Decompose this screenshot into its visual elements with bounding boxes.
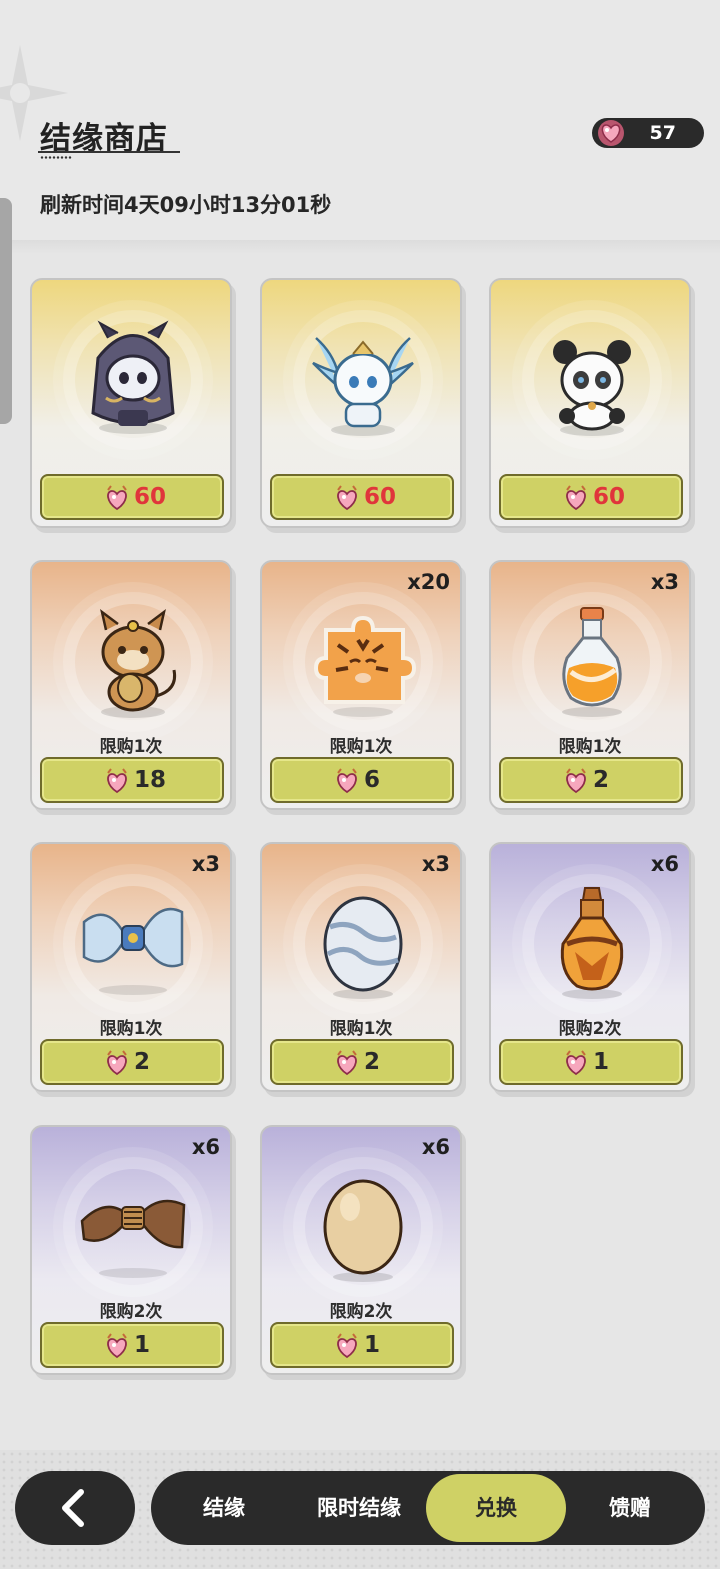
header-divider [12,240,720,254]
item-price: 18 [134,767,167,793]
white-winged-dragon-icon [312,337,414,436]
item-price: 1 [364,1332,381,1358]
tab-gift[interactable]: 馈赠 [575,1471,685,1545]
item-price: 60 [134,484,167,510]
heart-gem-icon [563,767,589,799]
side-drawer-handle[interactable] [0,198,12,424]
item-price: 60 [593,484,626,510]
buy-button[interactable]: 60 [40,474,224,520]
item-quantity: x20 [407,570,450,594]
heart-gem-icon [563,1049,589,1081]
shop-item-card[interactable]: 60 [30,278,232,528]
shop-item-card[interactable]: x6 限购2次 1 [30,1125,232,1375]
buy-button[interactable]: 1 [499,1039,683,1085]
item-quantity: x3 [650,570,679,594]
silver-egg-icon [323,896,403,999]
refresh-timer: 刷新时间4天09小时13分01秒 [40,193,332,217]
shop-item-card[interactable]: x3 限购1次 2 [260,842,462,1092]
shop-item-card[interactable]: 限购1次 18 [30,560,232,810]
buy-button[interactable]: 1 [40,1322,224,1368]
item-quantity: x6 [650,852,679,876]
shop-item-card[interactable]: x6 限购2次 1 [260,1125,462,1375]
item-quantity: x6 [191,1135,220,1159]
panda-creature-icon [553,340,631,436]
item-quantity: x3 [191,852,220,876]
silk-bundle-icon [82,907,184,995]
item-price: 1 [593,1049,610,1075]
shop-item-card[interactable]: x3 限购1次 2 [30,842,232,1092]
shop-item-card[interactable]: x6 限购2次 1 [489,842,691,1092]
shop-item-card[interactable]: 60 [489,278,691,528]
chevron-left-icon [62,1489,84,1527]
buy-button[interactable]: 6 [270,757,454,803]
plain-egg-icon [323,1179,403,1282]
heart-gem-icon [104,767,130,799]
heart-gem-icon [334,1332,360,1364]
heart-gem-icon [104,484,130,516]
tab-jieyuan[interactable]: 结缘 [169,1471,279,1545]
buy-button[interactable]: 2 [499,757,683,803]
item-price: 2 [134,1049,151,1075]
purchase-limit: 限购2次 [99,1302,163,1322]
item-price: 60 [364,484,397,510]
heart-gem-icon [334,1049,360,1081]
heart-gem-icon [563,484,589,516]
buy-button[interactable]: 60 [499,474,683,520]
item-price: 2 [593,767,610,793]
item-quantity: x3 [421,852,450,876]
currency-amount: 57 [649,122,676,144]
shop-item-card[interactable]: 60 [260,278,462,528]
title-underline [38,151,180,153]
buy-button[interactable]: 2 [40,1039,224,1085]
tab-bar: 结缘 限时结缘 兑换 馈赠 [151,1471,705,1545]
purchase-limit: 限购1次 [329,1019,393,1039]
purchase-limit: 限购1次 [329,737,393,757]
item-quantity: x6 [421,1135,450,1159]
purchase-limit: 限购1次 [558,737,622,757]
lucky-cat-creature-icon [100,608,177,718]
heart-gem-icon [104,1049,130,1081]
heart-gem-icon [334,767,360,799]
buy-button[interactable]: 1 [270,1322,454,1368]
shop-item-card[interactable]: x20 限购1次 6 [260,560,462,810]
purchase-limit: 限购2次 [558,1019,622,1039]
heart-gem-icon [104,1332,130,1364]
purchase-limit: 限购1次 [99,737,163,757]
buy-button[interactable]: 2 [270,1039,454,1085]
tab-limited-jieyuan[interactable]: 限时结缘 [293,1471,425,1545]
heart-gem-icon [334,484,360,516]
shop-item-card[interactable]: x3 限购1次 2 [489,560,691,810]
buy-button[interactable]: 60 [270,474,454,520]
purchase-limit: 限购2次 [329,1302,393,1322]
tiger-puzzle-piece-icon [313,615,417,717]
currency-display[interactable]: 57 [592,118,704,148]
dark-hooded-creature-icon [91,320,175,434]
buy-button[interactable]: 18 [40,757,224,803]
title-dots [40,156,72,159]
item-price: 6 [364,767,381,793]
item-price: 2 [364,1049,381,1075]
back-button[interactable] [15,1471,135,1545]
amber-potion-icon [560,887,624,999]
heart-gem-icon [594,115,628,153]
item-price: 1 [134,1332,151,1358]
tab-exchange[interactable]: 兑换 [426,1474,566,1542]
purchase-limit: 限购1次 [99,1019,163,1039]
orange-potion-icon [562,607,622,717]
straw-bundle-icon [80,1199,186,1278]
